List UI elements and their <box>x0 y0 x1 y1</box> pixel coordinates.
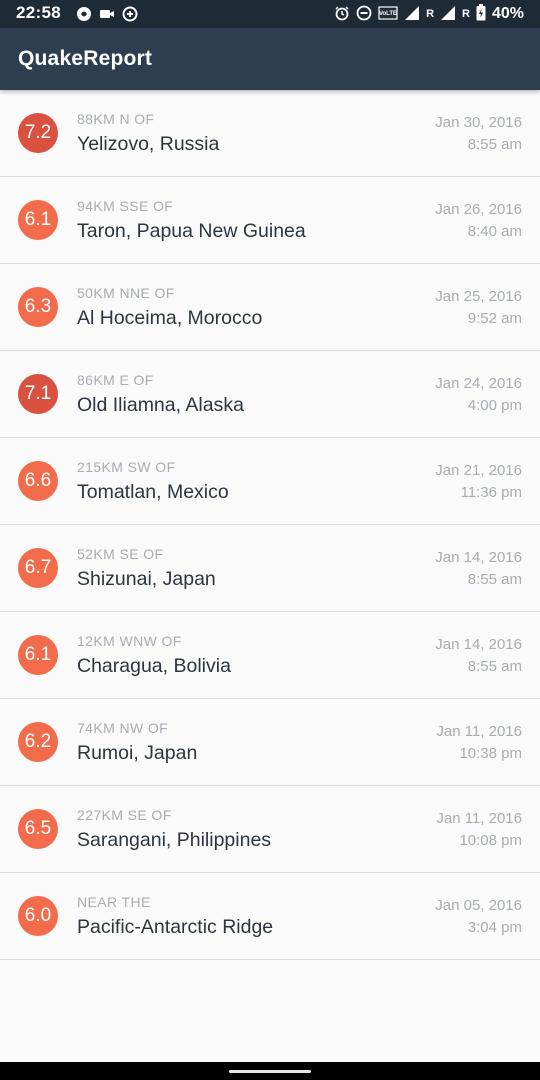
quake-date: Jan 26, 2016 <box>435 201 522 218</box>
location-offset: 74KM NW OF <box>77 720 169 736</box>
location-offset: NEAR THE <box>77 894 151 910</box>
earthquake-list-item[interactable]: 6.1 12KM WNW OF Charagua, Bolivia Jan 14… <box>0 612 540 699</box>
location-offset: 12KM WNW OF <box>77 633 182 649</box>
status-system-icons: VoLTE R R 40% <box>334 4 524 24</box>
quake-time: 4:00 pm <box>467 397 522 414</box>
quake-date: Jan 14, 2016 <box>435 549 522 566</box>
magnitude-circle: 6.6 <box>18 461 58 501</box>
magnitude-circle: 6.5 <box>18 809 58 849</box>
location-offset: 94KM SSE OF <box>77 198 174 214</box>
earthquake-list-item[interactable]: 6.6 215KM SW OF Tomatlan, Mexico Jan 21,… <box>0 438 540 525</box>
status-notification-icons <box>76 6 138 27</box>
quake-time: 10:08 pm <box>459 832 522 849</box>
location-offset: 88KM N OF <box>77 111 155 127</box>
quake-date: Jan 11, 2016 <box>436 723 522 740</box>
quake-time: 8:40 am <box>467 223 522 240</box>
quake-time: 11:36 pm <box>460 484 522 501</box>
primary-location: Charagua, Bolivia <box>77 655 231 677</box>
notification-icon <box>76 6 92 27</box>
primary-location: Rumoi, Japan <box>77 742 198 764</box>
earthquake-list-item[interactable]: 6.1 94KM SSE OF Taron, Papua New Guinea … <box>0 177 540 264</box>
quake-date: Jan 11, 2016 <box>436 810 522 827</box>
location-offset: 52KM SE OF <box>77 546 164 562</box>
location-offset: 50KM NNE OF <box>77 285 175 301</box>
status-bar: 22:58 VoLTE R R 40% <box>0 0 540 28</box>
magnitude-circle: 6.0 <box>18 896 58 936</box>
primary-location: Old Iliamna, Alaska <box>77 394 244 416</box>
signal-icon <box>404 5 420 24</box>
data-saver-icon <box>122 6 138 27</box>
network-label-2: R <box>462 8 470 20</box>
primary-location: Tomatlan, Mexico <box>77 481 229 503</box>
camera-icon <box>99 7 115 26</box>
quake-time: 8:55 am <box>467 136 522 153</box>
primary-location: Sarangani, Philippines <box>77 829 272 851</box>
earthquake-list-item[interactable]: 6.3 50KM NNE OF Al Hoceima, Morocco Jan … <box>0 264 540 351</box>
quake-time: 10:38 pm <box>459 745 522 762</box>
quake-time: 8:55 am <box>467 658 522 675</box>
primary-location: Al Hoceima, Morocco <box>77 307 263 329</box>
primary-location: Taron, Papua New Guinea <box>77 220 306 242</box>
quake-date: Jan 21, 2016 <box>435 462 522 479</box>
magnitude-circle: 6.2 <box>18 722 58 762</box>
earthquake-list-item[interactable]: 7.2 88KM N OF Yelizovo, Russia Jan 30, 2… <box>0 90 540 177</box>
primary-location: Shizunai, Japan <box>77 568 216 590</box>
navigation-bar <box>0 1062 540 1080</box>
primary-location: Yelizovo, Russia <box>77 133 220 155</box>
location-offset: 215KM SW OF <box>77 459 176 475</box>
earthquake-list-item[interactable]: 6.5 227KM SE OF Sarangani, Philippines J… <box>0 786 540 873</box>
magnitude-circle: 6.1 <box>18 635 58 675</box>
quake-time: 9:52 am <box>467 310 522 327</box>
quake-date: Jan 05, 2016 <box>435 897 522 914</box>
quake-date: Jan 14, 2016 <box>435 636 522 653</box>
network-label-1: R <box>426 8 435 20</box>
magnitude-circle: 7.2 <box>18 113 58 153</box>
quake-time: 8:55 am <box>467 571 522 588</box>
earthquake-list-item[interactable]: 7.1 86KM E OF Old Iliamna, Alaska Jan 24… <box>0 351 540 438</box>
quake-time: 3:04 pm <box>467 919 522 936</box>
signal-icon <box>440 5 456 24</box>
quake-date: Jan 30, 2016 <box>435 114 522 131</box>
location-offset: 86KM E OF <box>77 372 154 388</box>
earthquake-list-item[interactable]: 6.0 NEAR THE Pacific-Antarctic Ridge Jan… <box>0 873 540 960</box>
quake-date: Jan 25, 2016 <box>435 288 522 305</box>
location-offset: 227KM SE OF <box>77 807 172 823</box>
dnd-icon <box>356 5 372 24</box>
svg-text:VoLTE: VoLTE <box>379 11 397 17</box>
earthquake-list-item[interactable]: 6.7 52KM SE OF Shizunai, Japan Jan 14, 2… <box>0 525 540 612</box>
earthquake-list[interactable]: 7.2 88KM N OF Yelizovo, Russia Jan 30, 2… <box>0 90 540 960</box>
app-title: QuakeReport <box>18 47 153 70</box>
magnitude-circle: 6.7 <box>18 548 58 588</box>
earthquake-list-item[interactable]: 6.2 74KM NW OF Rumoi, Japan Jan 11, 2016… <box>0 699 540 786</box>
battery-percent: 40% <box>491 5 524 22</box>
app-bar: QuakeReport <box>0 28 540 90</box>
battery-icon <box>476 4 486 24</box>
quake-date: Jan 24, 2016 <box>435 375 522 392</box>
alarm-icon <box>334 5 350 24</box>
primary-location: Pacific-Antarctic Ridge <box>77 916 274 938</box>
magnitude-circle: 7.1 <box>18 374 58 414</box>
magnitude-circle: 6.3 <box>18 287 58 327</box>
status-time: 22:58 <box>16 3 61 22</box>
volte-icon: VoLTE <box>378 5 398 24</box>
home-gesture-handle[interactable] <box>229 1070 311 1073</box>
magnitude-circle: 6.1 <box>18 200 58 240</box>
